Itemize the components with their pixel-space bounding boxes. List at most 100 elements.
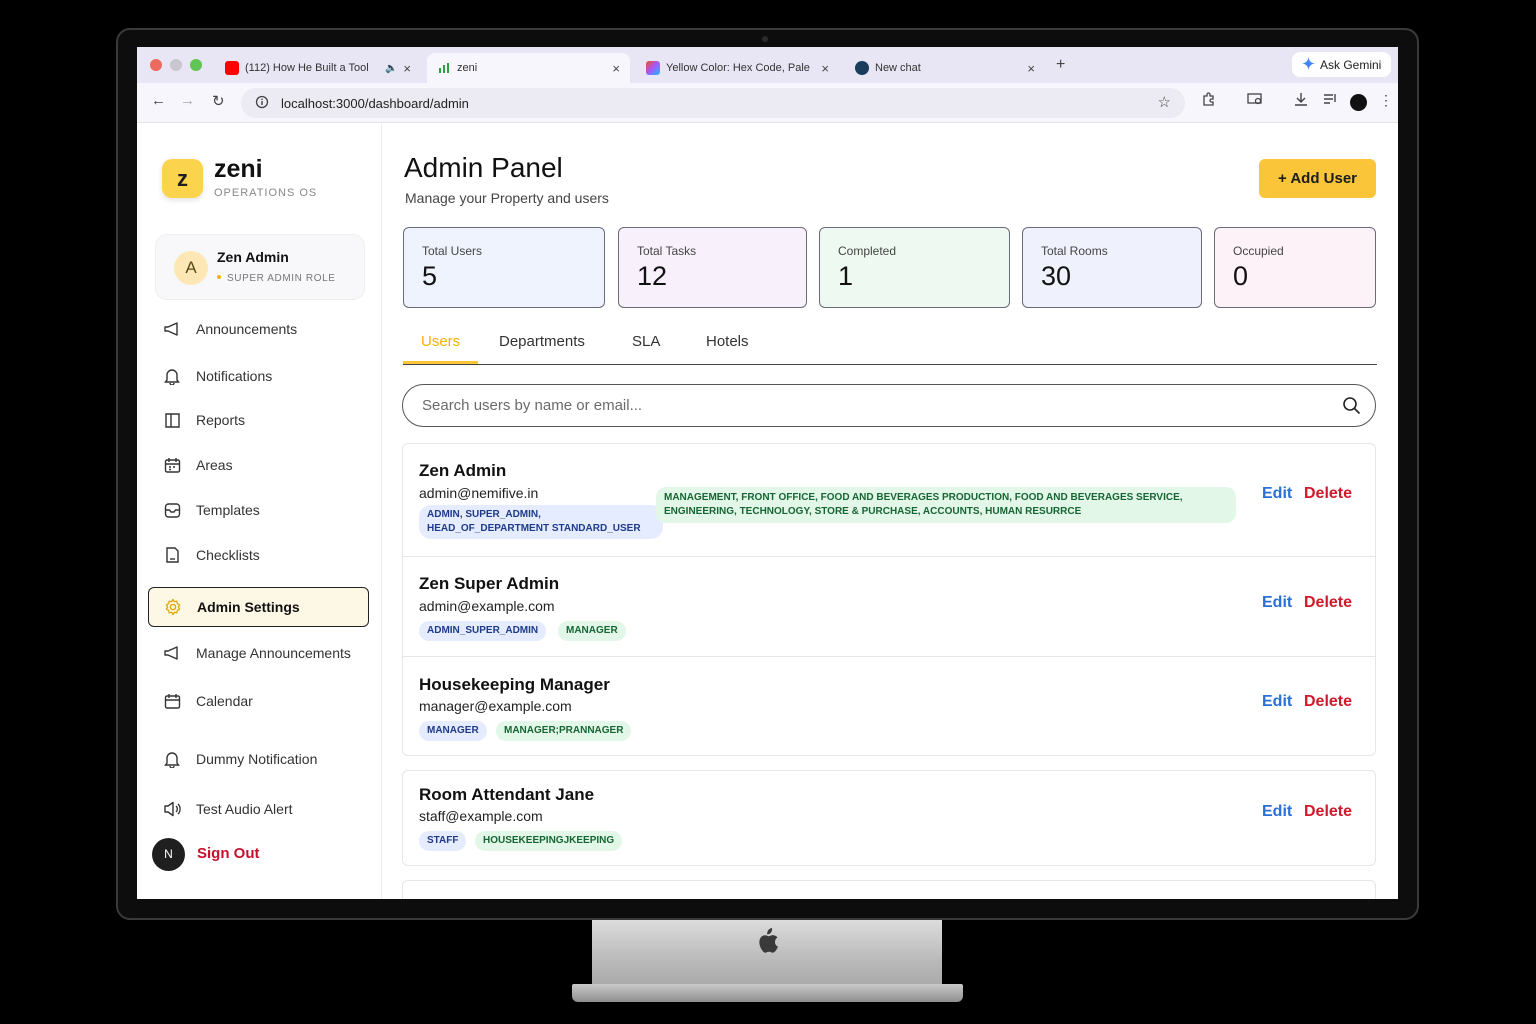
sidebar-item-dummy-notification[interactable]: Dummy Notification: [148, 739, 369, 779]
speaker-icon: [148, 801, 196, 817]
delete-button[interactable]: Delete: [1304, 594, 1352, 612]
department-badge: MANAGER;PRANNAGER: [496, 721, 632, 741]
edit-button[interactable]: Edit: [1262, 693, 1292, 711]
stat-occupied: Occupied 0: [1214, 227, 1376, 308]
monitor-base: [572, 984, 963, 1002]
role-badge: ADMIN_SUPER_ADMIN: [419, 621, 547, 641]
table-row: Zen Super Admin admin@example.com ADMIN_…: [402, 557, 1376, 657]
screen: (112) How He Built a Tool 🔈 × zeni × Yel…: [137, 47, 1398, 899]
sidebar-item-areas[interactable]: Areas: [148, 445, 369, 485]
edit-button[interactable]: Edit: [1262, 485, 1292, 503]
stat-total-users: Total Users 5: [403, 227, 605, 308]
sidebar-item-manage-announcements[interactable]: Manage Announcements: [148, 633, 369, 673]
search-input[interactable]: [422, 397, 1322, 414]
sidebar-item-announcements[interactable]: Announcements: [148, 309, 369, 349]
minimize-window-button[interactable]: [170, 59, 182, 71]
search-icon[interactable]: [1342, 396, 1361, 419]
tab-users[interactable]: Users: [421, 333, 460, 350]
gemini-sparkle-icon: [1302, 56, 1315, 73]
sidebar: z zeni OPERATIONS OS A Zen Admin SUPER A…: [137, 124, 382, 899]
logo[interactable]: z: [162, 159, 203, 198]
active-tab-indicator: [403, 361, 478, 364]
close-tab-icon[interactable]: ×: [403, 61, 411, 76]
inbox-icon: [148, 502, 196, 519]
role-badge: STAFF: [419, 831, 467, 851]
webcam: [762, 36, 768, 42]
stat-total-tasks: Total Tasks 12: [618, 227, 807, 308]
tab-departments[interactable]: Departments: [499, 333, 585, 350]
browser-tab-zeni[interactable]: zeni ×: [427, 53, 630, 83]
browser-tab-new-chat[interactable]: New chat ×: [845, 53, 1045, 83]
media-controls-icon[interactable]: [1323, 92, 1338, 109]
sidebar-item-test-audio-alert[interactable]: Test Audio Alert: [148, 789, 369, 829]
edit-button[interactable]: Edit: [1262, 594, 1292, 612]
department-badge: HOUSEKEEPINGJKEEPING: [475, 831, 623, 851]
bell-icon: [148, 750, 196, 768]
department-badge: MANAGER: [558, 621, 626, 641]
search-bar: [402, 384, 1376, 427]
megaphone-icon: [148, 645, 196, 661]
cast-icon[interactable]: [1247, 92, 1263, 109]
brand-name: zeni: [214, 155, 263, 183]
new-tab-button[interactable]: +: [1056, 56, 1065, 74]
user-list: Zen Admin admin@nemifive.in ADMIN, SUPER…: [402, 443, 1376, 899]
calendar-icon: [148, 693, 196, 710]
url-text: localhost:3000/dashboard/admin: [281, 95, 469, 111]
extensions-icon[interactable]: [1201, 92, 1216, 110]
delete-button[interactable]: Delete: [1304, 803, 1352, 821]
add-user-button[interactable]: + Add User: [1259, 159, 1376, 198]
calendar-grid-icon: [148, 457, 196, 474]
user-row-name: Housekeeping Manager: [419, 675, 610, 694]
role-dot-icon: [217, 275, 221, 279]
site-info-icon[interactable]: [255, 95, 269, 112]
tab-hotels[interactable]: Hotels: [706, 333, 749, 350]
tab-sla[interactable]: SLA: [632, 333, 660, 350]
close-tab-icon[interactable]: ×: [612, 61, 620, 76]
page-title: Admin Panel: [404, 152, 563, 183]
table-row: [402, 880, 1376, 899]
sign-out-button[interactable]: Sign Out: [197, 845, 260, 862]
bell-icon: [148, 367, 196, 385]
sidebar-item-notifications[interactable]: Notifications: [148, 356, 369, 396]
bookmark-star-icon[interactable]: ☆: [1158, 93, 1171, 111]
avatar: A: [174, 251, 208, 285]
user-name: Zen Admin: [217, 249, 289, 265]
delete-button[interactable]: Delete: [1304, 693, 1352, 711]
close-tab-icon[interactable]: ×: [1027, 61, 1035, 76]
signout-avatar[interactable]: N: [152, 838, 185, 871]
user-card[interactable]: A Zen Admin SUPER ADMIN ROLE: [155, 234, 365, 300]
table-row: Housekeeping Manager manager@example.com…: [402, 656, 1376, 756]
close-window-button[interactable]: [150, 59, 162, 71]
profile-avatar[interactable]: [1350, 94, 1367, 111]
sidebar-item-templates[interactable]: Templates: [148, 490, 369, 530]
table-row: Room Attendant Jane staff@example.com ST…: [402, 770, 1376, 866]
clipboard-icon: [148, 546, 196, 564]
sidebar-item-reports[interactable]: Reports: [148, 400, 369, 440]
sidebar-item-checklists[interactable]: Checklists: [148, 535, 369, 575]
address-bar[interactable]: localhost:3000/dashboard/admin ☆: [241, 88, 1185, 118]
user-role: SUPER ADMIN ROLE: [217, 273, 336, 284]
reload-icon[interactable]: ↻: [212, 92, 225, 110]
sidebar-item-calendar[interactable]: Calendar: [148, 681, 369, 721]
audio-playing-icon: 🔈: [384, 62, 398, 74]
forward-arrow-icon[interactable]: →: [180, 92, 195, 109]
role-badge: MANAGER: [419, 721, 487, 741]
more-menu-icon[interactable]: ⋮: [1379, 92, 1393, 109]
browser-tab-yellow-color[interactable]: Yellow Color: Hex Code, Pale ×: [636, 53, 839, 83]
user-row-name: Zen Super Admin: [419, 574, 560, 593]
ask-gemini-button[interactable]: Ask Gemini: [1292, 52, 1392, 77]
stat-completed: Completed 1: [819, 227, 1010, 308]
sidebar-item-admin-settings[interactable]: Admin Settings: [148, 587, 369, 627]
edit-button[interactable]: Edit: [1262, 803, 1292, 821]
browser-tab-youtube[interactable]: (112) How He Built a Tool 🔈 ×: [215, 53, 421, 83]
delete-button[interactable]: Delete: [1304, 485, 1352, 503]
maximize-window-button[interactable]: [190, 59, 202, 71]
close-tab-icon[interactable]: ×: [821, 61, 829, 76]
chart-icon: [437, 61, 451, 75]
main-content: Admin Panel Manage your Property and use…: [382, 124, 1398, 899]
book-icon: [148, 412, 196, 429]
download-icon[interactable]: [1294, 92, 1308, 110]
back-arrow-icon[interactable]: ←: [151, 92, 166, 109]
stat-total-rooms: Total Rooms 30: [1022, 227, 1202, 308]
figma-icon: [646, 61, 660, 75]
